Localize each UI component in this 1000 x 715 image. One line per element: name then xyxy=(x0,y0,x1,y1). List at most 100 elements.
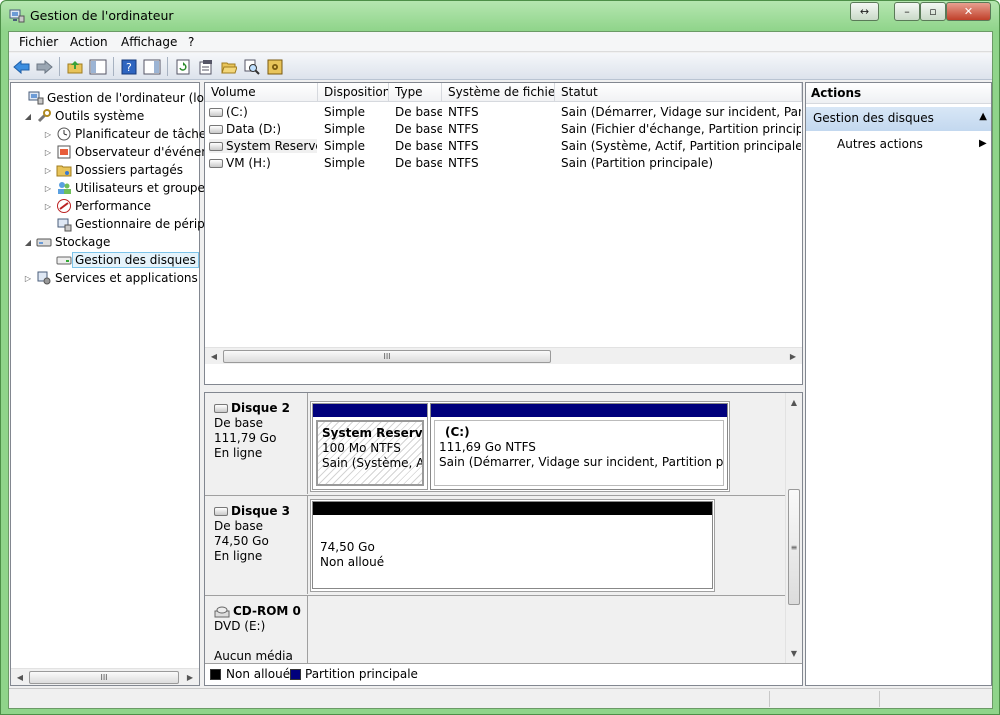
help-button[interactable]: ? xyxy=(119,57,139,77)
back-arrow-icon xyxy=(13,60,30,74)
tree-scroll-thumb[interactable]: III xyxy=(29,671,179,684)
col-filesystem[interactable]: Système de fichiers xyxy=(442,83,555,102)
graph-vertical-scrollbar[interactable]: ▲ ≡ ▼ xyxy=(785,393,802,663)
close-button[interactable]: ✕ xyxy=(946,2,991,21)
tree-horizontal-scrollbar[interactable]: ◀ III ▶ xyxy=(11,668,199,685)
col-type[interactable]: Type xyxy=(389,83,442,102)
tree-item[interactable]: ▷ Services et applications xyxy=(23,269,198,287)
tree-item[interactable]: ▷ Planificateur de tâches xyxy=(43,125,213,143)
settings-button[interactable] xyxy=(265,57,285,77)
tree-item[interactable]: Gestion des disques xyxy=(43,251,199,269)
scroll-right-icon[interactable]: ▶ xyxy=(183,671,197,684)
cdrom-0-name: CD-ROM 0 xyxy=(233,604,301,618)
volume-disk-icon xyxy=(209,125,223,134)
back-button[interactable] xyxy=(12,57,32,77)
tree-item[interactable]: ▷ Dossiers partagés xyxy=(43,161,183,179)
partition-body: System Reserved 100 Mo NTFS Sain (Systèm… xyxy=(316,420,424,486)
scroll-right-icon[interactable]: ▶ xyxy=(786,350,800,363)
graph-scroll-thumb[interactable]: ≡ xyxy=(788,489,800,605)
table-row[interactable]: VM (H:) Simple De base NTFS Sain (Partition … xyxy=(205,155,802,172)
cell-filesystem-text: NTFS xyxy=(448,105,479,119)
computer-management-icon xyxy=(28,91,44,105)
scroll-left-icon[interactable]: ◀ xyxy=(13,671,27,684)
forward-button[interactable] xyxy=(34,57,54,77)
col-disposition[interactable]: Disposition xyxy=(318,83,389,102)
list-horizontal-scrollbar[interactable]: ◀ III ▶ xyxy=(205,347,802,364)
table-row[interactable]: (C:) Simple De base NTFS Sain (Démarrer, Vid… xyxy=(205,104,802,121)
expand-arrow-icon[interactable]: ▷ xyxy=(43,166,53,175)
disk-3-info[interactable]: Disque 3 De base 74,50 Go En ligne xyxy=(205,496,308,594)
disk-2-size: 111,79 Go xyxy=(214,431,277,445)
scroll-up-icon[interactable]: ▲ xyxy=(787,396,801,409)
expand-arrow-icon[interactable]: ◢ xyxy=(23,238,33,247)
disk-icon xyxy=(214,507,228,516)
table-row[interactable]: Data (D:) Simple De base NTFS Sain (Fichier … xyxy=(205,121,802,138)
expand-arrow-icon[interactable]: ▷ xyxy=(23,274,33,283)
menu-fichier[interactable]: Fichier xyxy=(19,35,58,49)
disk-3-name: Disque 3 xyxy=(231,504,291,518)
properties-button[interactable] xyxy=(196,57,216,77)
partition-c[interactable]: (C:) 111,69 Go NTFS Sain (Démarrer, Vida… xyxy=(430,403,728,490)
unallocated-bar xyxy=(313,502,712,515)
title-bar[interactable]: Gestion de l'ordinateur ↔ – ▫ ✕ xyxy=(1,1,999,31)
partition-size: 111,69 Go NTFS xyxy=(439,440,536,454)
tree-item[interactable]: ▷ Performance xyxy=(43,197,151,215)
tree-item[interactable]: Gestion de l'ordinateur (local) xyxy=(15,89,226,107)
tree-item[interactable]: Gestionnaire de périphé xyxy=(43,215,220,233)
scroll-left-icon[interactable]: ◀ xyxy=(207,350,221,363)
partition-unallocated[interactable]: 74,50 Go Non alloué xyxy=(312,501,713,589)
tree-item[interactable]: ◢ Outils système xyxy=(23,107,144,125)
collapse-icon[interactable]: ▲ xyxy=(979,111,987,122)
expand-arrow-icon[interactable]: ▷ xyxy=(43,148,53,157)
users-icon xyxy=(58,182,71,194)
col-status[interactable]: Statut xyxy=(555,83,802,102)
tree-item[interactable]: ▷ Observateur d'événeme xyxy=(43,143,220,161)
menu-help[interactable]: ? xyxy=(188,35,194,49)
open-folder-icon xyxy=(221,62,237,74)
show-action-pane-button[interactable] xyxy=(142,57,162,77)
device-manager-icon xyxy=(57,218,72,232)
minimize-button[interactable]: – xyxy=(894,2,920,21)
tree-item[interactable]: ◢ Stockage xyxy=(23,233,110,251)
partition-system-reserved[interactable]: System Reserved 100 Mo NTFS Sain (Systèm… xyxy=(312,403,428,490)
more-actions-item[interactable]: Autres actions xyxy=(837,137,923,151)
cell-type-text: De base xyxy=(395,139,442,153)
expand-arrow-icon[interactable]: ▷ xyxy=(43,202,53,211)
disk-2-type: De base xyxy=(214,416,264,430)
menu-action[interactable]: Action xyxy=(70,35,108,49)
col-volume[interactable]: Volume xyxy=(205,83,318,102)
restore-icon-button[interactable]: ↔ xyxy=(850,2,879,21)
help-icon: ? xyxy=(121,59,137,75)
storage-icon xyxy=(36,238,52,247)
expand-arrow-icon[interactable]: ▷ xyxy=(43,130,53,139)
list-scroll-thumb[interactable]: III xyxy=(223,350,551,363)
open-folder-button[interactable] xyxy=(219,57,239,77)
actions-section-disk-management[interactable]: Gestion des disques ▲ xyxy=(806,107,991,131)
expand-arrow-icon[interactable]: ▷ xyxy=(43,184,53,193)
refresh-button[interactable] xyxy=(173,57,193,77)
expand-arrow-icon[interactable]: ◢ xyxy=(23,112,33,121)
cell-volume-text: System Reserved xyxy=(226,139,317,153)
client-area: Fichier Action Affichage ? ? Gestion de … xyxy=(8,31,993,709)
scroll-down-icon[interactable]: ▼ xyxy=(787,647,801,660)
status-bar xyxy=(9,688,992,708)
menu-affichage[interactable]: Affichage xyxy=(121,35,177,49)
table-row[interactable]: System Reserved Simple De base NTFS Sain (Sy… xyxy=(205,138,802,155)
tree-item[interactable]: ▷ Utilisateurs et groupes l xyxy=(43,179,218,197)
cdrom-0-info[interactable]: CD-ROM 0 DVD (E:) Aucun média xyxy=(205,596,308,664)
maximize-button[interactable]: ▫ xyxy=(920,2,946,21)
partition-status: Sain (Démarrer, Vidage sur incident, Par… xyxy=(439,455,724,469)
cell-type: De base xyxy=(395,156,442,170)
disk-management-icon xyxy=(56,256,72,265)
disk-3-type: De base xyxy=(214,519,264,533)
cell-type-text: De base xyxy=(395,156,442,170)
action-pane-icon xyxy=(143,59,161,75)
show-hide-tree-button[interactable] xyxy=(88,57,108,77)
up-folder-button[interactable] xyxy=(65,57,85,77)
submenu-arrow-icon[interactable]: ▶ xyxy=(979,138,987,149)
tree-item-label: Stockage xyxy=(55,235,111,249)
partition-status: Non alloué xyxy=(320,555,385,569)
legend: Non alloué Partition principale xyxy=(205,663,802,685)
search-button[interactable] xyxy=(242,57,262,77)
disk-2-info[interactable]: Disque 2 De base 111,79 Go En ligne xyxy=(205,393,308,494)
